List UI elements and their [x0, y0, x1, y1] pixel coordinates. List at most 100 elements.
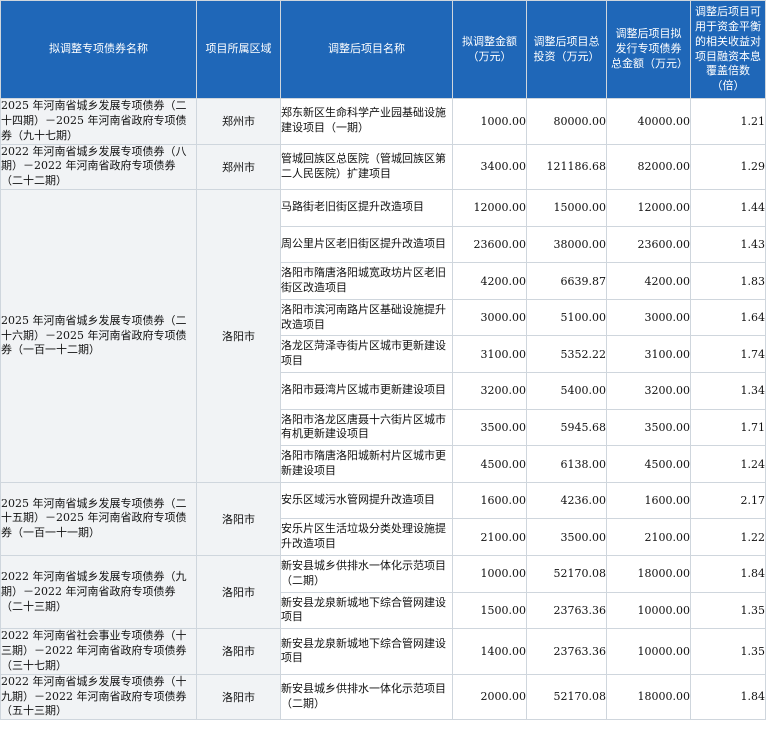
- adjust-amount-cell: 2000.00: [452, 673, 527, 721]
- total-investment-cell: 80000.00: [526, 98, 607, 145]
- adjust-amount-cell: 1500.00: [452, 591, 527, 630]
- coverage-cell: 1.83: [690, 262, 766, 300]
- bond-total-cell: 40000.00: [606, 98, 691, 145]
- total-investment-cell: 5945.68: [526, 408, 607, 447]
- bond-total-cell: 18000.00: [606, 673, 691, 721]
- bond-name-cell: 2025 年河南省城乡发展专项债券（二十六期）－2025 年河南省政府专项债券（…: [0, 189, 197, 483]
- header-project-name: 调整后项目名称: [280, 0, 453, 99]
- total-investment-cell: 121186.68: [526, 143, 607, 191]
- adjust-amount-cell: 3500.00: [452, 408, 527, 447]
- project-name-cell: 马路街老旧街区提升改造项目: [280, 189, 453, 227]
- adjust-amount-cell: 1000.00: [452, 555, 527, 593]
- adjust-amount-cell: 1600.00: [452, 481, 527, 520]
- region-cell: 洛阳市: [196, 628, 281, 675]
- table-row: 2022 年河南省城乡发展专项债券（八期）－2022 年河南省政府专项债券（二十…: [0, 143, 766, 191]
- project-name-cell: 洛阳市聂湾片区城市更新建设项目: [280, 372, 453, 410]
- coverage-cell: 1.44: [690, 189, 766, 227]
- adjust-amount-cell: 12000.00: [452, 189, 527, 227]
- coverage-cell: 1.35: [690, 591, 766, 630]
- bond-name-cell: 2025 年河南省城乡发展专项债券（二十四期）－2025 年河南省政府专项债券（…: [0, 98, 197, 145]
- project-name-cell: 安乐片区生活垃圾分类处理设施提升改造项目: [280, 518, 453, 556]
- header-bond-total: 调整后项目拟发行专项债券总金额（万元）: [606, 0, 691, 99]
- total-investment-cell: 23763.36: [526, 628, 607, 675]
- total-investment-cell: 23763.36: [526, 591, 607, 630]
- bond-total-cell: 10000.00: [606, 628, 691, 675]
- header-row: 拟调整专项债券名称 项目所属区域 调整后项目名称 拟调整金额（万元） 调整后项目…: [0, 0, 766, 99]
- total-investment-cell: 5100.00: [526, 298, 607, 337]
- bond-total-cell: 2100.00: [606, 518, 691, 556]
- table-row: 2022 年河南省社会事业专项债券（十三期）－2022 年河南省政府专项债券（三…: [0, 628, 766, 675]
- bond-total-cell: 23600.00: [606, 225, 691, 264]
- total-investment-cell: 6639.87: [526, 262, 607, 300]
- coverage-cell: 1.84: [690, 555, 766, 593]
- bond-total-cell: 3500.00: [606, 408, 691, 447]
- bond-name-cell: 2022 年河南省社会事业专项债券（十三期）－2022 年河南省政府专项债券（三…: [0, 628, 197, 675]
- total-investment-cell: 6138.00: [526, 445, 607, 483]
- table-body: 2025 年河南省城乡发展专项债券（二十四期）－2025 年河南省政府专项债券（…: [0, 98, 766, 721]
- project-name-cell: 洛龙区菏泽寺街片区城市更新建设项目: [280, 335, 453, 374]
- adjust-amount-cell: 1000.00: [452, 98, 527, 145]
- region-cell: 洛阳市: [196, 554, 281, 630]
- region-cell: 洛阳市: [196, 189, 281, 483]
- adjust-amount-cell: 3400.00: [452, 143, 527, 191]
- coverage-cell: 1.35: [690, 628, 766, 675]
- project-name-cell: 洛阳市隋唐洛阳城新村片区城市更新建设项目: [280, 445, 453, 483]
- bond-total-cell: 4500.00: [606, 445, 691, 483]
- coverage-cell: 1.43: [690, 225, 766, 264]
- bond-total-cell: 12000.00: [606, 189, 691, 227]
- adjust-amount-cell: 1400.00: [452, 628, 527, 675]
- total-investment-cell: 52170.08: [526, 555, 607, 593]
- adjust-amount-cell: 4200.00: [452, 262, 527, 300]
- header-coverage: 调整后项目可用于资金平衡的相关收益对项目融资本息覆盖倍数（倍）: [690, 0, 766, 99]
- project-name-cell: 安乐区域污水管网提升改造项目: [280, 481, 453, 520]
- project-name-cell: 洛阳市洛龙区唐聂十六街片区城市有机更新建设项目: [280, 408, 453, 447]
- bond-total-cell: 4200.00: [606, 262, 691, 300]
- project-name-cell: 郑东新区生命科学产业园基础设施建设项目（一期）: [280, 98, 453, 145]
- coverage-cell: 1.84: [690, 673, 766, 721]
- total-investment-cell: 15000.00: [526, 189, 607, 227]
- total-investment-cell: 38000.00: [526, 225, 607, 264]
- bond-total-cell: 1600.00: [606, 481, 691, 520]
- region-cell: 郑州市: [196, 98, 281, 145]
- total-investment-cell: 52170.08: [526, 673, 607, 721]
- bond-total-cell: 82000.00: [606, 143, 691, 191]
- bond-name-cell: 2022 年河南省城乡发展专项债券（十九期）－2022 年河南省政府专项债券（五…: [0, 673, 197, 721]
- project-name-cell: 周公里片区老旧街区提升改造项目: [280, 225, 453, 264]
- adjust-amount-cell: 23600.00: [452, 225, 527, 264]
- bond-adjustment-table: 拟调整专项债券名称 项目所属区域 调整后项目名称 拟调整金额（万元） 调整后项目…: [0, 0, 766, 721]
- bond-total-cell: 10000.00: [606, 591, 691, 630]
- project-name-cell: 洛阳市隋唐洛阳城宽政坊片区老旧街区改造项目: [280, 262, 453, 300]
- project-name-cell: 管城回族区总医院（管城回族区第二人民医院）扩建项目: [280, 143, 453, 191]
- bond-total-cell: 3000.00: [606, 298, 691, 337]
- region-cell: 郑州市: [196, 143, 281, 191]
- adjust-amount-cell: 4500.00: [452, 445, 527, 483]
- coverage-cell: 1.24: [690, 445, 766, 483]
- table-row: 2025 年河南省城乡发展专项债券（二十五期）－2025 年河南省政府专项债券（…: [0, 481, 766, 557]
- table-row: 2022 年河南省城乡发展专项债券（九期）－2022 年河南省政府专项债券（二十…: [0, 554, 766, 630]
- coverage-cell: 1.21: [690, 98, 766, 145]
- total-investment-cell: 5400.00: [526, 372, 607, 410]
- total-investment-cell: 4236.00: [526, 481, 607, 520]
- bond-total-cell: 18000.00: [606, 555, 691, 593]
- adjust-amount-cell: 3000.00: [452, 298, 527, 337]
- project-name-cell: 新安县龙泉新城地下综合管网建设项目: [280, 628, 453, 675]
- region-cell: 洛阳市: [196, 673, 281, 721]
- coverage-cell: 1.22: [690, 518, 766, 556]
- bond-total-cell: 3100.00: [606, 335, 691, 374]
- total-investment-cell: 3500.00: [526, 518, 607, 556]
- table-row: 2025 年河南省城乡发展专项债券（二十四期）－2025 年河南省政府专项债券（…: [0, 98, 766, 145]
- region-cell: 洛阳市: [196, 481, 281, 557]
- header-total-investment: 调整后项目总投资（万元）: [526, 0, 607, 99]
- coverage-cell: 1.74: [690, 335, 766, 374]
- project-name-cell: 新安县龙泉新城地下综合管网建设项目: [280, 591, 453, 630]
- header-bond-name: 拟调整专项债券名称: [0, 0, 197, 99]
- table-row: 2025 年河南省城乡发展专项债券（二十六期）－2025 年河南省政府专项债券（…: [0, 189, 766, 483]
- adjust-amount-cell: 3200.00: [452, 372, 527, 410]
- table-row: 2022 年河南省城乡发展专项债券（十九期）－2022 年河南省政府专项债券（五…: [0, 673, 766, 721]
- project-name-cell: 洛阳市滨河南路片区基础设施提升改造项目: [280, 298, 453, 337]
- coverage-cell: 1.34: [690, 372, 766, 410]
- bond-name-cell: 2022 年河南省城乡发展专项债券（九期）－2022 年河南省政府专项债券（二十…: [0, 554, 197, 630]
- coverage-cell: 1.71: [690, 408, 766, 447]
- bond-name-cell: 2025 年河南省城乡发展专项债券（二十五期）－2025 年河南省政府专项债券（…: [0, 481, 197, 557]
- coverage-cell: 2.17: [690, 481, 766, 520]
